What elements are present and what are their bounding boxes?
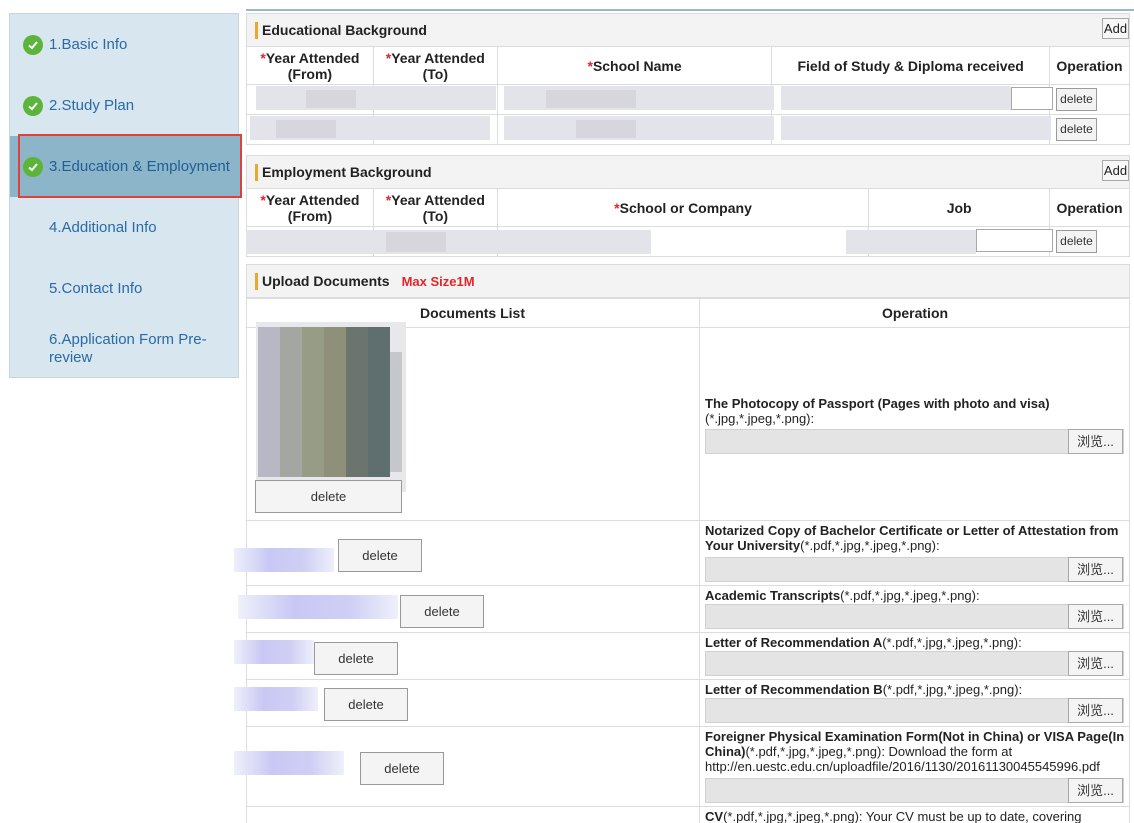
doc-label-recommendation-b: Letter of Recommendation B(*.pdf,*.jpg,*… (705, 682, 1023, 697)
employment-section-header: Employment Background Add (246, 155, 1130, 189)
sidebar-item-application-pre-review[interactable]: 6.Application Form Pre-review (10, 319, 240, 374)
education-section-header: Educational Background Add (246, 13, 1130, 47)
redacted-filename (234, 687, 318, 711)
doc-label-recommendation-a: Letter of Recommendation A(*.pdf,*.jpg,*… (705, 635, 1022, 650)
passport-file-input[interactable]: 浏览... (705, 429, 1124, 454)
col-year-from: *Year Attended (From) (246, 188, 374, 227)
job-input[interactable] (976, 229, 1053, 252)
recommendation-a-file-input[interactable]: 浏览... (705, 651, 1124, 676)
bachelor-cert-file-input[interactable]: 浏览... (705, 557, 1124, 582)
sidebar-item-basic-info[interactable]: 1.Basic Info (10, 14, 240, 75)
add-employment-button[interactable]: Add (1102, 160, 1129, 181)
section-title: Educational Background (262, 22, 427, 38)
browse-button[interactable]: 浏览... (1068, 604, 1123, 629)
recommendation-b-file-input[interactable]: 浏览... (705, 698, 1124, 723)
redacted-filename (238, 595, 398, 619)
upload-section-header: Upload Documents Max Size1M (246, 264, 1130, 298)
delete-bachelor-cert-button[interactable]: delete (338, 539, 422, 572)
browse-button[interactable]: 浏览... (1068, 651, 1123, 676)
active-step-highlight (18, 134, 242, 198)
redacted-field (481, 230, 651, 254)
delete-recommendation-a-button[interactable]: delete (314, 642, 398, 675)
redacted-field (386, 232, 446, 252)
sidebar-item-additional-info[interactable]: 4.Additional Info (10, 197, 240, 258)
redacted-field (306, 90, 356, 108)
doc-label-transcripts: Academic Transcripts(*.pdf,*.jpg,*.jpeg,… (705, 588, 980, 603)
add-education-button[interactable]: Add (1102, 18, 1129, 39)
col-school-or-company: *School or Company (496, 188, 870, 227)
redacted-field (546, 90, 636, 108)
browse-button[interactable]: 浏览... (1068, 429, 1123, 454)
redacted-field (256, 86, 496, 110)
sidebar-item-label: 2.Study Plan (49, 97, 135, 114)
col-job: Job (868, 188, 1050, 227)
delete-education-row-button[interactable]: delete (1056, 88, 1097, 111)
col-operation: Operation (1048, 46, 1131, 85)
redacted-filename (234, 751, 344, 775)
passport-thumbnail (256, 322, 406, 492)
col-field-of-study: Field of Study & Diploma received (771, 46, 1050, 85)
redacted-field (576, 120, 636, 138)
sidebar-item-label: 4.Additional Info (49, 219, 157, 236)
sidebar-item-label: 6.Application Form Pre-review (49, 331, 207, 366)
doc-label-physical-exam: Foreigner Physical Examination Form(Not … (705, 729, 1125, 774)
browse-button[interactable]: 浏览... (1068, 557, 1123, 582)
delete-physical-exam-button[interactable]: delete (360, 752, 444, 785)
section-title: Employment Background (262, 164, 432, 180)
doc-label-passport: The Photocopy of Passport (Pages with ph… (705, 396, 1050, 426)
redacted-field (781, 86, 1011, 110)
check-icon (23, 34, 43, 55)
physical-exam-file-input[interactable]: 浏览... (705, 778, 1124, 803)
transcripts-file-input[interactable]: 浏览... (705, 604, 1124, 629)
redacted-field (781, 116, 1051, 140)
max-size-note: Max Size1M (401, 273, 475, 289)
delete-passport-button[interactable]: delete (255, 480, 402, 513)
redacted-field (504, 116, 774, 140)
section-title: Upload Documents (262, 273, 390, 289)
col-school-name: *School Name (496, 46, 773, 85)
col-operation: Operation (1049, 188, 1130, 227)
sidebar-item-label: 5.Contact Info (49, 280, 143, 297)
check-icon (23, 95, 43, 116)
col-year-from: *Year Attended (From) (246, 46, 374, 85)
sidebar-item-study-plan[interactable]: 2.Study Plan (10, 75, 240, 136)
delete-education-row-button[interactable]: delete (1056, 118, 1097, 141)
redacted-filename (234, 548, 334, 572)
redacted-filename (234, 640, 314, 664)
redacted-field (504, 86, 774, 110)
browse-button[interactable]: 浏览... (1068, 778, 1123, 803)
main-panel: Educational Background Add *Year Attende… (234, 10, 1131, 823)
sidebar-item-contact-info[interactable]: 5.Contact Info (10, 258, 240, 319)
delete-transcripts-button[interactable]: delete (400, 595, 484, 628)
redacted-field (276, 120, 336, 138)
doc-label-bachelor-certificate: Notarized Copy of Bachelor Certificate o… (705, 523, 1119, 553)
delete-employment-row-button[interactable]: delete (1056, 230, 1097, 253)
browse-button[interactable]: 浏览... (1068, 698, 1123, 723)
sidebar-item-label: 1.Basic Info (49, 36, 128, 53)
col-year-to: *Year Attended (To) (372, 188, 498, 227)
field-of-study-input[interactable] (1011, 87, 1053, 110)
doc-label-cv: CV(*.pdf,*.jpg,*.jpeg,*.png): Your CV mu… (705, 809, 1082, 823)
col-year-to: *Year Attended (To) (372, 46, 498, 85)
delete-recommendation-b-button[interactable]: delete (324, 688, 408, 721)
col-operation: Operation (881, 305, 949, 321)
redacted-field (846, 230, 976, 254)
